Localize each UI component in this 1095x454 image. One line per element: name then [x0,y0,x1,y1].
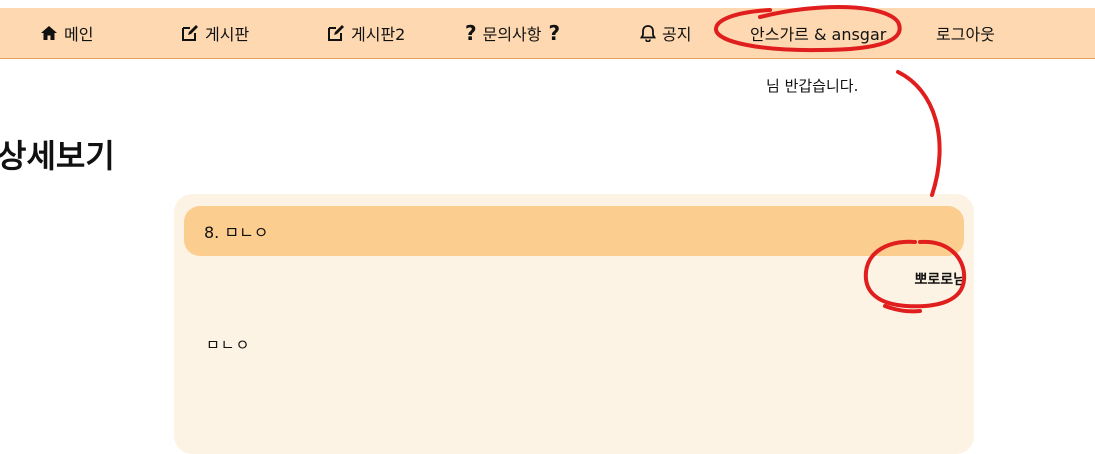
post-card: 8. ㅁㄴㅇ 뽀로로님 ㅁㄴㅇ [174,194,974,454]
nav-logout-label: 로그아웃 [936,25,995,44]
nav-inquiry[interactable]: ? 문의사항 ? [465,8,560,58]
nav-board2[interactable]: 게시판2 [327,8,405,58]
nav-user-label: 안스가르 & ansgar [750,25,887,44]
post-author: 뽀로로님 [914,272,966,288]
nav-board2-label: 게시판2 [351,25,406,44]
question-icon: ? [548,21,561,45]
question-icon: ? [465,21,477,45]
edit-icon [327,24,345,42]
nav-board-label: 게시판 [205,25,250,44]
post-title: 8. ㅁㄴㅇ [204,223,269,242]
greeting-text: 님 반갑습니다. [766,77,859,95]
nav-home[interactable]: 메인 [40,8,93,58]
nav-board[interactable]: 게시판 [181,8,249,58]
nav-home-label: 메인 [64,25,94,44]
nav-user[interactable]: 안스가르 & ansgar [750,8,886,58]
nav-notice-label: 공지 [662,25,692,44]
top-navbar: 메인 게시판 게시판2 ? 문의사항 ? 공지 안스가르 & ansgar 로그… [0,8,1095,59]
nav-inquiry-label: 문의사항 [482,25,542,44]
home-icon [40,25,58,41]
nav-notice[interactable]: 공지 [640,8,691,58]
page-title: 상세보기 [0,137,115,175]
edit-icon [181,24,199,42]
post-content: ㅁㄴㅇ [206,336,251,354]
nav-logout[interactable]: 로그아웃 [936,8,995,58]
annotation-arrow-line [896,70,942,197]
bell-icon [640,24,656,42]
post-header: 8. ㅁㄴㅇ [184,206,964,256]
